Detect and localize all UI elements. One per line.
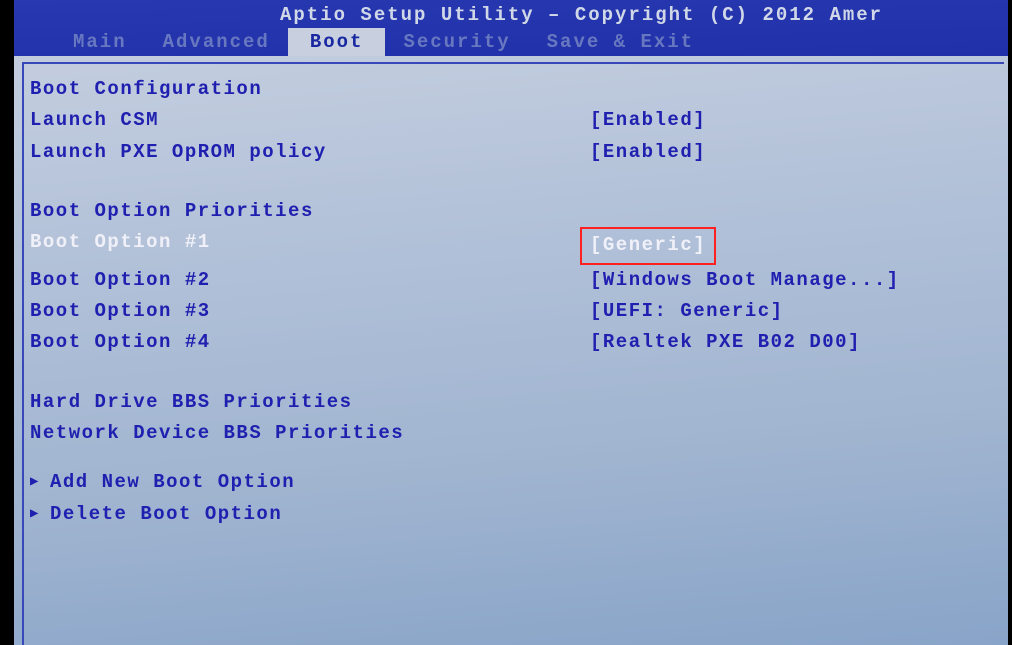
tab-security[interactable]: Security	[385, 28, 528, 56]
spacer	[30, 168, 982, 196]
content-area: Boot Configuration Launch CSM [Enabled] …	[0, 56, 1012, 548]
header: Aptio Setup Utility – Copyright (C) 2012…	[0, 0, 1012, 56]
boot-option-4-label: Boot Option #4	[30, 327, 590, 358]
edge-right	[1008, 0, 1012, 645]
boot-configuration-title: Boot Configuration	[30, 74, 982, 105]
hard-drive-bbs[interactable]: Hard Drive BBS Priorities	[30, 387, 982, 418]
boot-option-4-row[interactable]: Boot Option #4 [Realtek PXE B02 D00]	[30, 327, 982, 358]
launch-pxe-label: Launch PXE OpROM policy	[30, 137, 590, 168]
launch-csm-label: Launch CSM	[30, 105, 590, 136]
launch-pxe-value: [Enabled]	[590, 137, 982, 168]
launch-csm-value: [Enabled]	[590, 105, 982, 136]
boot-option-1-value: [Generic]	[590, 234, 706, 256]
boot-option-1-value-cell: [Generic]	[590, 227, 982, 264]
spacer	[30, 449, 982, 467]
tab-save-exit[interactable]: Save & Exit	[529, 28, 712, 56]
bios-screen: Aptio Setup Utility – Copyright (C) 2012…	[0, 0, 1012, 645]
tab-boot[interactable]: Boot	[288, 28, 386, 56]
delete-boot-option[interactable]: Delete Boot Option	[30, 499, 982, 530]
highlight-box: [Generic]	[580, 227, 716, 264]
tab-main[interactable]: Main	[55, 28, 145, 56]
boot-option-3-label: Boot Option #3	[30, 296, 590, 327]
boot-priorities-title: Boot Option Priorities	[30, 196, 982, 227]
boot-option-3-value: [UEFI: Generic]	[590, 296, 982, 327]
boot-option-2-value: [Windows Boot Manage...]	[590, 265, 982, 296]
add-new-boot-option[interactable]: Add New Boot Option	[30, 467, 982, 498]
boot-option-4-value: [Realtek PXE B02 D00]	[590, 327, 982, 358]
boot-option-2-row[interactable]: Boot Option #2 [Windows Boot Manage...]	[30, 265, 982, 296]
edge-left	[0, 0, 14, 645]
boot-option-1-row[interactable]: Boot Option #1 [Generic]	[30, 227, 982, 264]
network-device-bbs[interactable]: Network Device BBS Priorities	[30, 418, 982, 449]
boot-option-1-label: Boot Option #1	[30, 227, 590, 264]
spacer	[30, 359, 982, 387]
launch-pxe-row[interactable]: Launch PXE OpROM policy [Enabled]	[30, 137, 982, 168]
launch-csm-row[interactable]: Launch CSM [Enabled]	[30, 105, 982, 136]
boot-option-3-row[interactable]: Boot Option #3 [UEFI: Generic]	[30, 296, 982, 327]
boot-option-2-label: Boot Option #2	[30, 265, 590, 296]
tab-advanced[interactable]: Advanced	[145, 28, 288, 56]
tab-bar: Main Advanced Boot Security Save & Exit	[0, 28, 1012, 56]
title-bar: Aptio Setup Utility – Copyright (C) 2012…	[0, 4, 1012, 28]
